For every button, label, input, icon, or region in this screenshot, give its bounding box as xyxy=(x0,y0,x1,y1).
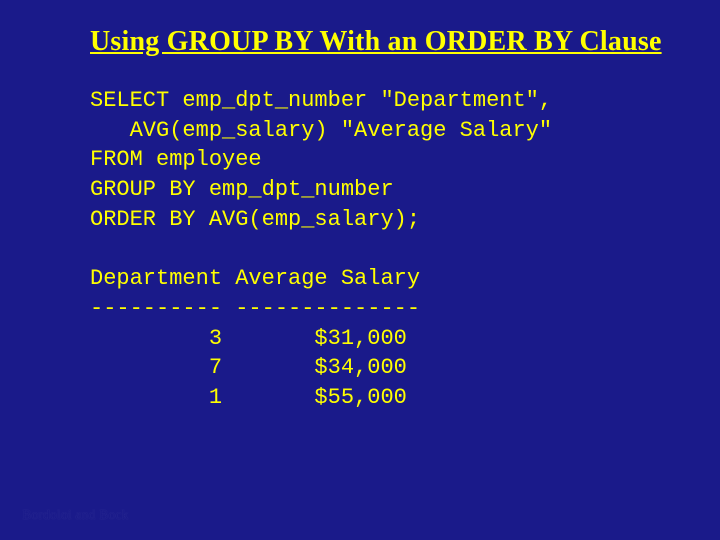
result-divider: ---------- -------------- xyxy=(90,296,420,321)
sql-line-5: ORDER BY AVG(emp_salary); xyxy=(90,207,420,232)
sql-line-4: GROUP BY emp_dpt_number xyxy=(90,177,394,202)
sql-line-1: SELECT emp_dpt_number "Department", xyxy=(90,88,552,113)
sql-line-3: FROM employee xyxy=(90,147,262,172)
footer-text: Bordoloi and Bock xyxy=(22,508,129,524)
result-row-3: 1 $55,000 xyxy=(90,385,407,410)
slide-title: Using GROUP BY With an ORDER BY Clause xyxy=(90,26,680,58)
result-row-1: 3 $31,000 xyxy=(90,326,407,351)
result-row-2: 7 $34,000 xyxy=(90,355,407,380)
slide: Using GROUP BY With an ORDER BY Clause S… xyxy=(0,0,720,540)
result-header: Department Average Salary xyxy=(90,266,420,291)
sql-line-2: AVG(emp_salary) "Average Salary" xyxy=(90,118,552,143)
sql-block: SELECT emp_dpt_number "Department", AVG(… xyxy=(90,86,680,413)
